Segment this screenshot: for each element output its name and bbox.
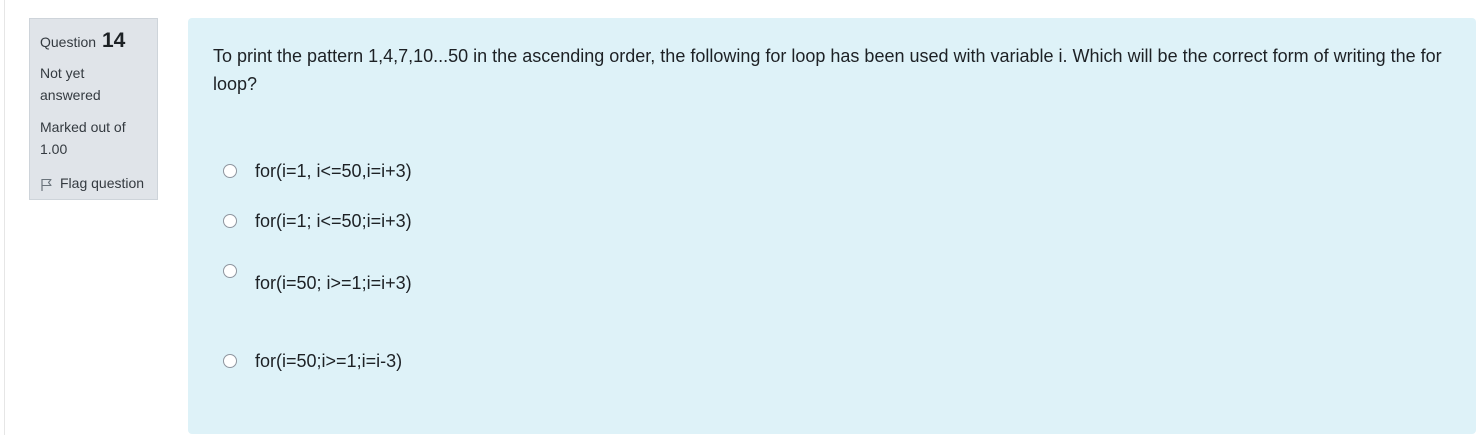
answer-label[interactable]: for(i=50;i>=1;i=i-3) [255,350,402,372]
question-info-panel: Question 14 Not yet answered Marked out … [29,18,158,200]
answer-option[interactable]: for(i=50; i>=1;i=i+3) [213,260,1451,294]
answer-option[interactable]: for(i=1; i<=50;i=i+3) [213,210,1451,232]
answer-option[interactable]: for(i=50;i>=1;i=i-3) [213,350,1451,372]
answer-radio[interactable] [223,264,237,278]
flag-question-button[interactable]: Flag question [40,172,147,194]
answer-label[interactable]: for(i=50; i>=1;i=i+3) [255,260,412,294]
answer-options: for(i=1, i<=50,i=i+3) for(i=1; i<=50;i=i… [213,160,1451,372]
question-number: Question 14 [40,27,147,56]
page-left-border [4,0,5,435]
answer-radio[interactable] [223,164,237,178]
answer-label[interactable]: for(i=1, i<=50,i=i+3) [255,160,412,182]
flag-icon [40,176,54,191]
answer-option[interactable]: for(i=1, i<=50,i=i+3) [213,160,1451,182]
answer-radio[interactable] [223,214,237,228]
question-number-value: 14 [101,29,126,52]
answer-radio[interactable] [223,354,237,368]
question-grade: Marked out of 1.00 [40,119,126,157]
question-text: To print the pattern 1,4,7,10...50 in th… [213,46,1442,94]
question-state: Not yet answered [40,65,101,103]
flag-question-label: Flag question [60,175,145,191]
answer-label[interactable]: for(i=1; i<=50;i=i+3) [255,210,412,232]
question-prefix: Question [40,34,97,50]
question-content: To print the pattern 1,4,7,10...50 in th… [188,18,1476,434]
